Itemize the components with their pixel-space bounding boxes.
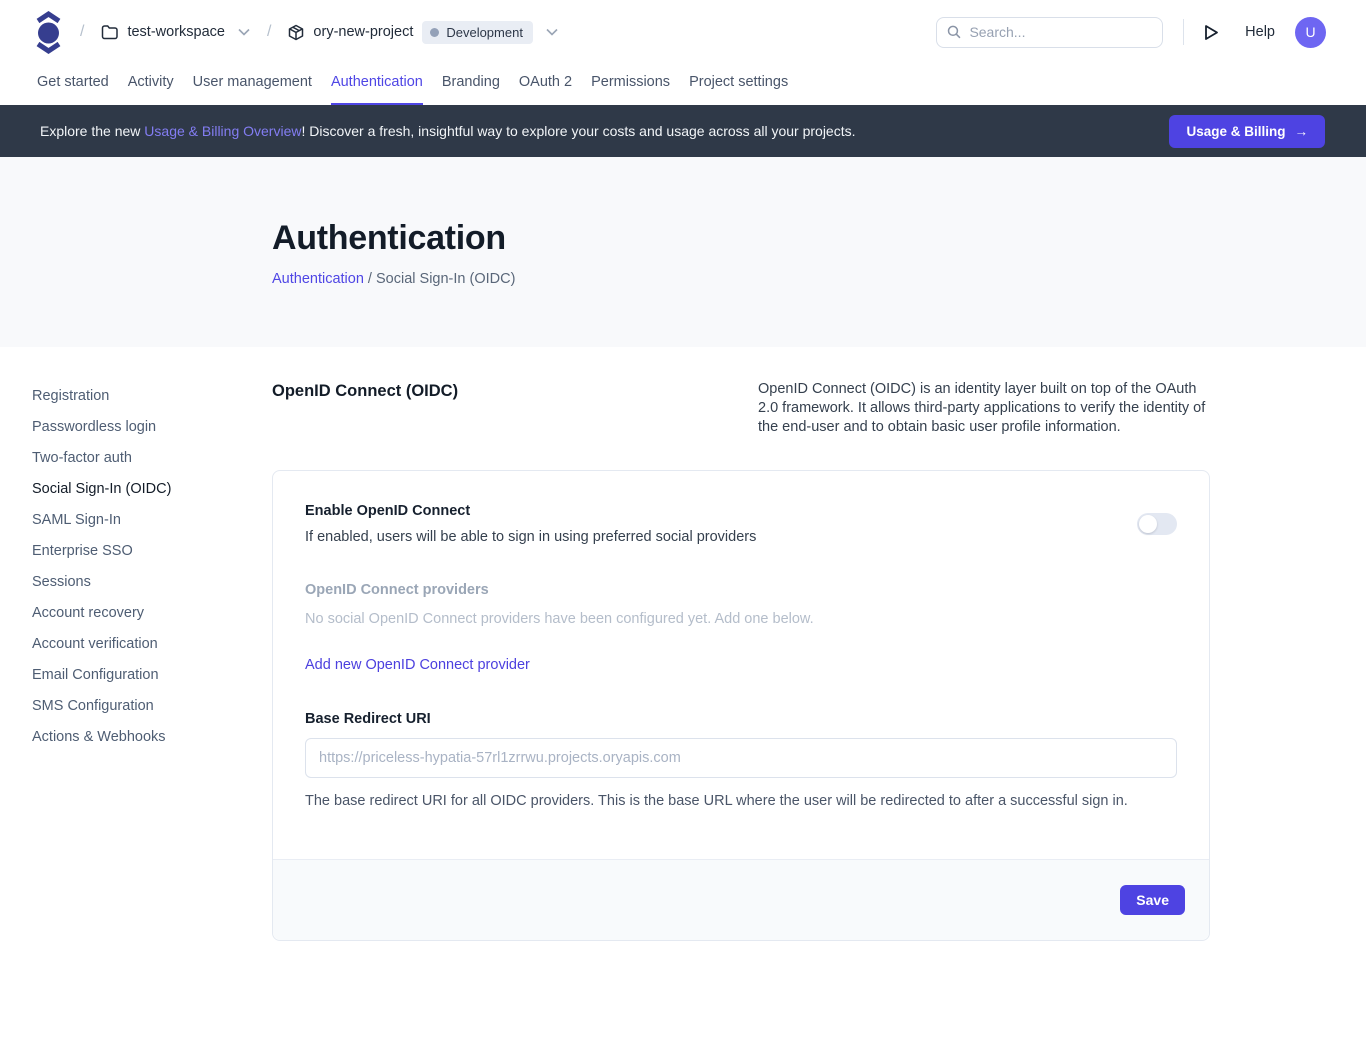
- oidc-card-body: Enable OpenID Connect If enabled, users …: [273, 471, 1209, 859]
- sidebar-item-saml-sign-in[interactable]: SAML Sign-In: [32, 504, 272, 535]
- sidebar-item-two-factor-auth[interactable]: Two-factor auth: [32, 442, 272, 473]
- tab-get-started[interactable]: Get started: [37, 64, 109, 105]
- page-title: Authentication: [272, 219, 1366, 258]
- breadcrumb-separator: /: [80, 23, 84, 41]
- tab-branding[interactable]: Branding: [442, 64, 500, 105]
- breadcrumb: Authentication / Social Sign-In (OIDC): [272, 271, 1366, 287]
- avatar[interactable]: U: [1295, 17, 1326, 48]
- providers-section-title: OpenID Connect providers: [305, 582, 1177, 598]
- chevron-down-icon: [238, 28, 250, 36]
- enable-oidc-title: Enable OpenID Connect: [305, 503, 756, 519]
- breadcrumb-separator: /: [364, 271, 376, 287]
- base-redirect-uri-label: Base Redirect URI: [305, 711, 1177, 727]
- sidebar-item-enterprise-sso[interactable]: Enterprise SSO: [32, 535, 272, 566]
- primary-nav: Get started Activity User management Aut…: [0, 64, 1366, 105]
- sidebar-item-account-recovery[interactable]: Account recovery: [32, 597, 272, 628]
- environment-dot-icon: [430, 28, 439, 37]
- tab-project-settings[interactable]: Project settings: [689, 64, 788, 105]
- environment-label: Development: [446, 25, 523, 40]
- ory-logo[interactable]: [34, 10, 63, 55]
- chevron-down-icon: [546, 28, 558, 36]
- banner-text: Explore the new Usage & Billing Overview…: [40, 123, 856, 139]
- settings-sidebar: Registration Passwordless login Two-fact…: [32, 380, 272, 941]
- usage-billing-overview-link[interactable]: Usage & Billing Overview: [144, 123, 301, 139]
- breadcrumb-authentication-link[interactable]: Authentication: [272, 271, 364, 287]
- tab-activity[interactable]: Activity: [128, 64, 174, 105]
- tab-authentication[interactable]: Authentication: [331, 64, 423, 105]
- providers-empty-text: No social OpenID Connect providers have …: [305, 611, 1177, 627]
- section-description: OpenID Connect (OIDC) is an identity lay…: [758, 380, 1210, 437]
- base-redirect-uri-help: The base redirect URI for all OIDC provi…: [305, 793, 1177, 809]
- environment-badge: Development: [422, 21, 533, 44]
- usage-billing-button-label: Usage & Billing: [1186, 124, 1285, 139]
- usage-billing-banner: Explore the new Usage & Billing Overview…: [0, 105, 1366, 157]
- folder-icon: [101, 25, 118, 40]
- play-icon[interactable]: [1204, 24, 1219, 41]
- card-footer: Save: [273, 859, 1209, 940]
- main-panel: OpenID Connect (OIDC) OpenID Connect (OI…: [272, 380, 1210, 941]
- enable-oidc-row: Enable OpenID Connect If enabled, users …: [305, 503, 1177, 545]
- help-link[interactable]: Help: [1245, 24, 1275, 40]
- content-area: Registration Passwordless login Two-fact…: [0, 347, 1366, 941]
- sidebar-item-account-verification[interactable]: Account verification: [32, 628, 272, 659]
- page-hero: Authentication Authentication / Social S…: [0, 157, 1366, 347]
- section-title: OpenID Connect (OIDC): [272, 380, 458, 401]
- tab-permissions[interactable]: Permissions: [591, 64, 670, 105]
- save-button[interactable]: Save: [1120, 885, 1185, 915]
- breadcrumb-current: Social Sign-In (OIDC): [376, 271, 515, 287]
- project-name: ory-new-project: [313, 24, 413, 40]
- sidebar-item-email-configuration[interactable]: Email Configuration: [32, 659, 272, 690]
- search-box[interactable]: [936, 17, 1163, 48]
- breadcrumb-separator: /: [267, 23, 271, 41]
- sidebar-item-sms-configuration[interactable]: SMS Configuration: [32, 690, 272, 721]
- add-provider-link[interactable]: Add new OpenID Connect provider: [305, 657, 530, 673]
- enable-oidc-toggle[interactable]: [1137, 513, 1177, 535]
- search-input[interactable]: [969, 24, 1152, 40]
- workspace-selector[interactable]: test-workspace: [101, 24, 250, 40]
- sidebar-item-registration[interactable]: Registration: [32, 380, 272, 411]
- banner-text-after: ! Discover a fresh, insightful way to ex…: [301, 123, 855, 139]
- header-divider: [1183, 19, 1184, 45]
- sidebar-item-sessions[interactable]: Sessions: [32, 566, 272, 597]
- search-icon: [947, 24, 961, 40]
- tab-oauth2[interactable]: OAuth 2: [519, 64, 572, 105]
- toggle-knob-icon: [1139, 515, 1157, 533]
- oidc-settings-card: Enable OpenID Connect If enabled, users …: [272, 470, 1210, 941]
- enable-oidc-text: Enable OpenID Connect If enabled, users …: [305, 503, 756, 545]
- tab-user-management[interactable]: User management: [193, 64, 312, 105]
- section-header: OpenID Connect (OIDC) OpenID Connect (OI…: [272, 380, 1210, 437]
- project-selector[interactable]: ory-new-project Development: [288, 21, 558, 44]
- workspace-name: test-workspace: [127, 24, 225, 40]
- enable-oidc-subtitle: If enabled, users will be able to sign i…: [305, 529, 756, 545]
- banner-text-before: Explore the new: [40, 123, 144, 139]
- package-icon: [288, 24, 304, 41]
- top-header: / test-workspace / ory-new-project Devel…: [0, 0, 1366, 64]
- sidebar-item-passwordless-login[interactable]: Passwordless login: [32, 411, 272, 442]
- base-redirect-uri-input[interactable]: [305, 738, 1177, 778]
- usage-billing-button[interactable]: Usage & Billing →: [1169, 115, 1325, 148]
- sidebar-item-actions-webhooks[interactable]: Actions & Webhooks: [32, 721, 272, 752]
- arrow-right-icon: →: [1295, 124, 1309, 139]
- sidebar-item-social-sign-in-oidc[interactable]: Social Sign-In (OIDC): [32, 473, 272, 504]
